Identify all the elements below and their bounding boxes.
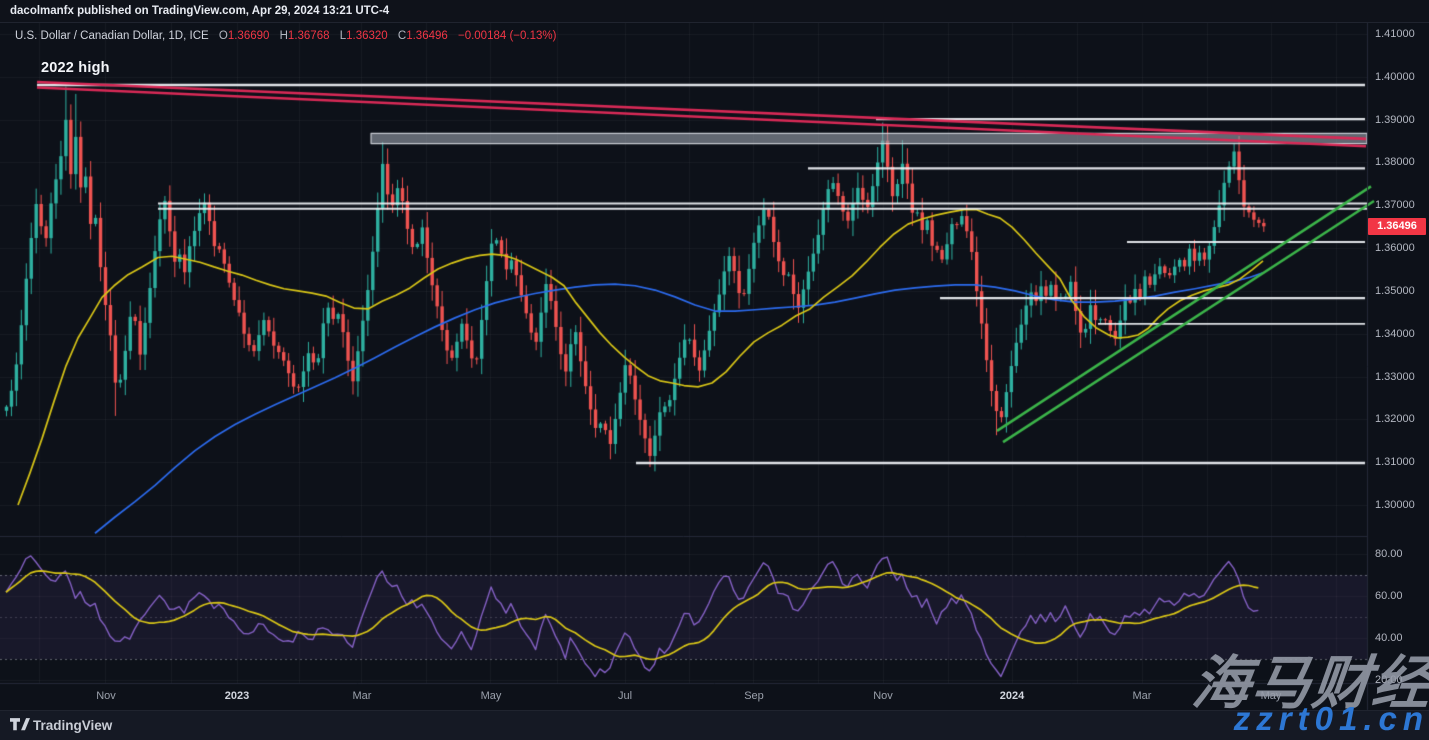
open-value: 1.36690 [228, 30, 270, 42]
time-tick-label: May [481, 690, 502, 702]
price-tick-label: 1.41000 [1375, 28, 1415, 40]
price-tick-label: 1.35000 [1375, 285, 1415, 297]
time-tick-label: Mar [1133, 690, 1152, 702]
time-tick-label: Jul [618, 690, 632, 702]
close-value: 1.36496 [406, 30, 448, 42]
time-tick-label: 2023 [225, 690, 249, 702]
time-tick-label: 2024 [1000, 690, 1024, 702]
price-tick-label: 1.36000 [1375, 242, 1415, 254]
price-chart-canvas[interactable] [0, 0, 1429, 739]
symbol-legend[interactable]: U.S. Dollar / Canadian Dollar, 1D, ICE O… [15, 30, 556, 42]
attribution-bar: dacolmanfx published on TradingView.com,… [0, 0, 1429, 23]
price-tick-label: 1.38000 [1375, 156, 1415, 168]
symbol-title: U.S. Dollar / Canadian Dollar, 1D, ICE [15, 30, 209, 42]
price-axis[interactable]: 1.41000 1.40000 1.39000 1.38000 1.37000 1.360… [1367, 22, 1429, 710]
watermark-url-text: zzrt01.cn [1234, 700, 1429, 738]
high-value: 1.36768 [288, 30, 330, 42]
time-tick-label: Nov [873, 690, 893, 702]
attribution-text: dacolmanfx published on TradingView.com,… [10, 5, 389, 17]
price-tick-label: 1.33000 [1375, 371, 1415, 383]
annotation-2022-high: 2022 high [41, 60, 110, 76]
price-tick-label: 1.30000 [1375, 499, 1415, 511]
close-label: C [398, 30, 406, 42]
price-tick-label: 1.31000 [1375, 456, 1415, 468]
time-tick-label: Mar [353, 690, 372, 702]
time-tick-label: Nov [96, 690, 116, 702]
price-tick-label: 1.34000 [1375, 328, 1415, 340]
change-value: −0.00184 (−0.13%) [458, 30, 556, 42]
price-tick-label: 1.32000 [1375, 413, 1415, 425]
tradingview-brand-text[interactable]: TradingView [33, 718, 112, 733]
tradingview-logo-icon[interactable] [10, 718, 30, 734]
open-label: O [219, 30, 228, 42]
price-tick-label: 1.37000 [1375, 199, 1415, 211]
price-tick-label: 1.40000 [1375, 71, 1415, 83]
price-tick-label: 1.39000 [1375, 114, 1415, 126]
time-tick-label: Sep [744, 690, 764, 702]
last-price-badge: 1.36496 [1368, 218, 1426, 235]
low-value: 1.36320 [346, 30, 388, 42]
rsi-tick-label: 80.00 [1375, 548, 1403, 560]
time-axis[interactable]: Nov2023MarMayJulSepNov2024MarMay [0, 683, 1367, 710]
high-label: H [280, 30, 288, 42]
rsi-tick-label: 60.00 [1375, 590, 1403, 602]
